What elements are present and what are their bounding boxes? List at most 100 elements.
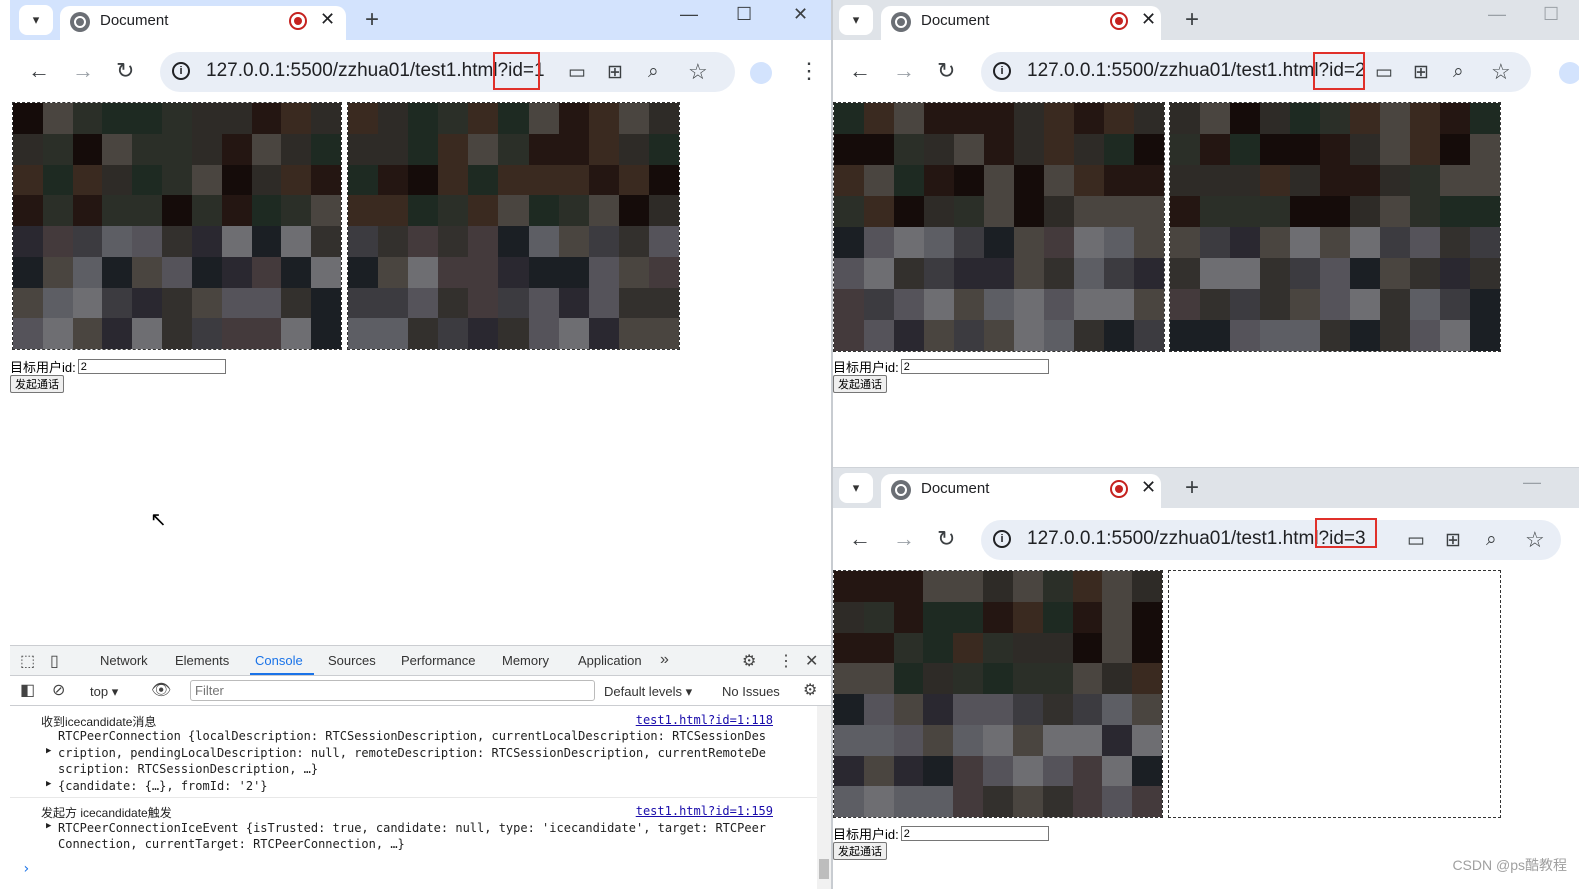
devtools-tab-performance[interactable]: Performance [401,653,475,668]
profile-avatar[interactable] [750,62,772,84]
forward-button[interactable]: → [893,58,915,84]
menu-icon[interactable]: ⋮ [798,58,820,84]
devtools-tab-sources[interactable]: Sources [328,653,376,668]
video-pixel [1350,196,1380,227]
video-pixel [1260,227,1290,258]
clear-console-icon[interactable]: ⊘ [52,680,65,700]
back-button[interactable]: ← [849,58,871,84]
new-tab-button[interactable]: + [365,6,379,34]
target-id-input[interactable] [900,826,1049,841]
close-window-button[interactable]: ✕ [793,4,808,25]
target-id-input[interactable] [77,359,226,374]
translate-icon[interactable]: ⊞ [1445,529,1461,552]
back-button[interactable]: ← [28,58,50,84]
minimize-button[interactable]: — [1523,472,1541,493]
devtools-tab-console[interactable]: Console [255,653,303,668]
start-call-button[interactable]: 发起通话 [833,842,887,860]
video-pixel [834,571,864,602]
browser-tab[interactable]: Document ✕ [881,6,1161,40]
camera-icon[interactable]: ▭ [1407,529,1425,552]
log-levels-dropdown[interactable]: Default levels ▾ [604,684,692,700]
inspect-element-icon[interactable]: ⬚ [20,651,35,671]
close-tab-icon[interactable]: ✕ [320,9,335,30]
site-info-icon[interactable]: i [993,530,1011,548]
video-pixel [132,103,163,134]
tab-search-button[interactable]: ▾ [839,473,873,503]
video-pixel [834,196,864,227]
video-pixel [378,256,409,288]
expand-arrow-icon[interactable]: ▶ [46,746,51,756]
target-id-input[interactable] [900,359,1049,374]
settings-gear-icon[interactable]: ⚙ [742,651,756,671]
video-pixel [1072,632,1103,664]
camera-icon[interactable]: ▭ [568,61,586,84]
address-bar[interactable]: i 127.0.0.1:5500/zzhua01/test1.html?id=1… [160,52,735,92]
site-info-icon[interactable]: i [993,62,1011,80]
video-pixel [1170,289,1200,320]
close-tab-icon[interactable]: ✕ [1141,477,1156,498]
more-tabs-icon[interactable]: » [660,651,669,669]
bookmark-star-icon[interactable]: ☆ [688,59,708,85]
minimize-button[interactable]: — [1488,4,1506,25]
console-scrollbar[interactable] [817,706,831,889]
forward-button[interactable]: → [893,526,915,552]
devtools-tab-elements[interactable]: Elements [175,653,229,668]
translate-icon[interactable]: ⊞ [1413,61,1429,84]
start-call-button[interactable]: 发起通话 [10,375,64,393]
video-pixel [528,287,559,319]
video-pixel [618,256,649,288]
reload-button[interactable]: ↻ [116,58,134,84]
zoom-icon[interactable]: ⌕ [1453,61,1464,83]
tab-search-button[interactable]: ▾ [19,5,53,35]
address-bar[interactable]: i 127.0.0.1:5500/zzhua01/test1.html?id=2… [981,52,1531,92]
reload-button[interactable]: ↻ [937,58,955,84]
video-pixel [1134,289,1164,320]
live-expression-eye-icon[interactable]: 👁 [151,680,171,700]
translate-icon[interactable]: ⊞ [607,61,623,84]
expand-arrow-icon[interactable]: ▶ [46,779,51,789]
close-tab-icon[interactable]: ✕ [1141,9,1156,30]
new-tab-button[interactable]: + [1185,6,1199,34]
browser-tab[interactable]: Document ✕ [881,474,1161,508]
expand-arrow-icon[interactable]: ▶ [46,821,51,831]
console-source-link[interactable]: test1.html?id=1:159 [636,804,773,818]
zoom-icon[interactable]: ⌕ [648,61,659,83]
chevron-down-icon: ▾ [32,12,40,27]
console-settings-icon[interactable]: ⚙ [803,680,817,700]
issues-counter[interactable]: No Issues [722,684,780,699]
forward-button[interactable]: → [72,58,94,84]
devtools-tab-application[interactable]: Application [578,653,642,668]
close-devtools-icon[interactable]: ✕ [805,651,818,671]
devtools-tab-network[interactable]: Network [100,653,148,668]
video-pixel [438,164,469,196]
device-toolbar-icon[interactable]: ▯ [50,651,59,671]
console-source-link[interactable]: test1.html?id=1:118 [636,713,773,727]
camera-icon[interactable]: ▭ [1375,61,1393,84]
devtools-tab-memory[interactable]: Memory [502,653,549,668]
console-filter-input[interactable] [190,680,595,701]
maximize-button[interactable]: ☐ [736,4,752,25]
kebab-menu-icon[interactable]: ⋮ [778,651,794,671]
minimize-button[interactable]: — [680,4,698,25]
video-pixel [893,755,924,787]
sidebar-toggle-icon[interactable]: ◧ [20,680,35,700]
context-selector[interactable]: top ▾ [90,684,118,700]
video-pixel [864,103,894,134]
back-button[interactable]: ← [849,526,871,552]
new-tab-button[interactable]: + [1185,474,1199,502]
bookmark-star-icon[interactable]: ☆ [1525,527,1545,553]
site-info-icon[interactable]: i [172,62,190,80]
tab-search-button[interactable]: ▾ [839,5,873,35]
bookmark-star-icon[interactable]: ☆ [1491,59,1511,85]
scrollbar-thumb[interactable] [819,859,829,879]
reload-button[interactable]: ↻ [937,526,955,552]
start-call-button[interactable]: 发起通话 [833,375,887,393]
browser-tab[interactable]: Document ✕ [60,6,346,40]
zoom-icon[interactable]: ⌕ [1486,529,1497,551]
address-bar[interactable]: i 127.0.0.1:5500/zzhua01/test1.html?id=3… [981,518,1561,560]
video-pixel [42,318,73,349]
maximize-button[interactable]: ☐ [1543,4,1559,25]
profile-avatar[interactable] [1559,62,1579,84]
video-pixel [894,258,924,289]
console-prompt[interactable]: › [22,861,30,877]
